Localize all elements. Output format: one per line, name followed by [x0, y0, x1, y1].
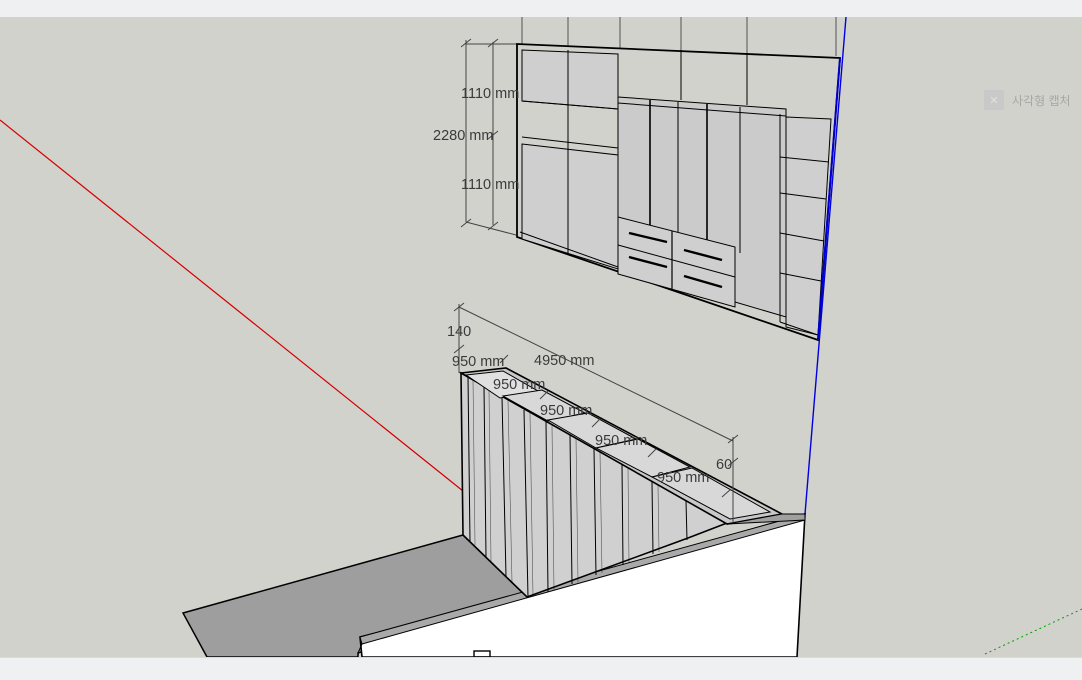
green-axis-line — [984, 608, 1082, 655]
red-axis-line — [0, 119, 464, 492]
toolbar-strip — [0, 0, 1082, 18]
dim-module-1[interactable]: 950 mm — [452, 354, 504, 370]
status-bar — [0, 657, 1082, 680]
dim-module-5[interactable]: 950 mm — [657, 470, 709, 486]
sketchup-window: 1110 mm 2280 mm 1110 mm 140 4950 mm 950 … — [0, 0, 1082, 680]
wardrobe-elevation[interactable] — [516, 43, 841, 342]
dim-base-depth[interactable]: 140 — [447, 324, 471, 340]
close-icon[interactable]: ✕ — [984, 90, 1004, 110]
dim-upper-height[interactable]: 1110 mm — [461, 86, 519, 102]
dim-top-width[interactable]: 4950 mm — [534, 353, 594, 369]
model-viewport[interactable]: 1110 mm 2280 mm 1110 mm 140 4950 mm 950 … — [0, 17, 1082, 657]
dim-side-offset[interactable]: 60 — [716, 457, 732, 473]
dim-module-2[interactable]: 950 mm — [493, 377, 545, 393]
model-scene[interactable]: 1110 mm 2280 mm 1110 mm 140 4950 mm 950 … — [0, 17, 1082, 657]
cabinet-model[interactable] — [181, 367, 806, 657]
dim-module-4[interactable]: 950 mm — [595, 433, 647, 449]
capture-hint[interactable]: ✕ 사각형 캡처 — [984, 89, 1071, 111]
dim-module-3[interactable]: 950 mm — [540, 403, 592, 419]
dim-lower-height[interactable]: 1110 mm — [461, 177, 519, 193]
capture-label: 사각형 캡처 — [1012, 93, 1071, 108]
dim-total-height[interactable]: 2280 mm — [433, 128, 493, 144]
